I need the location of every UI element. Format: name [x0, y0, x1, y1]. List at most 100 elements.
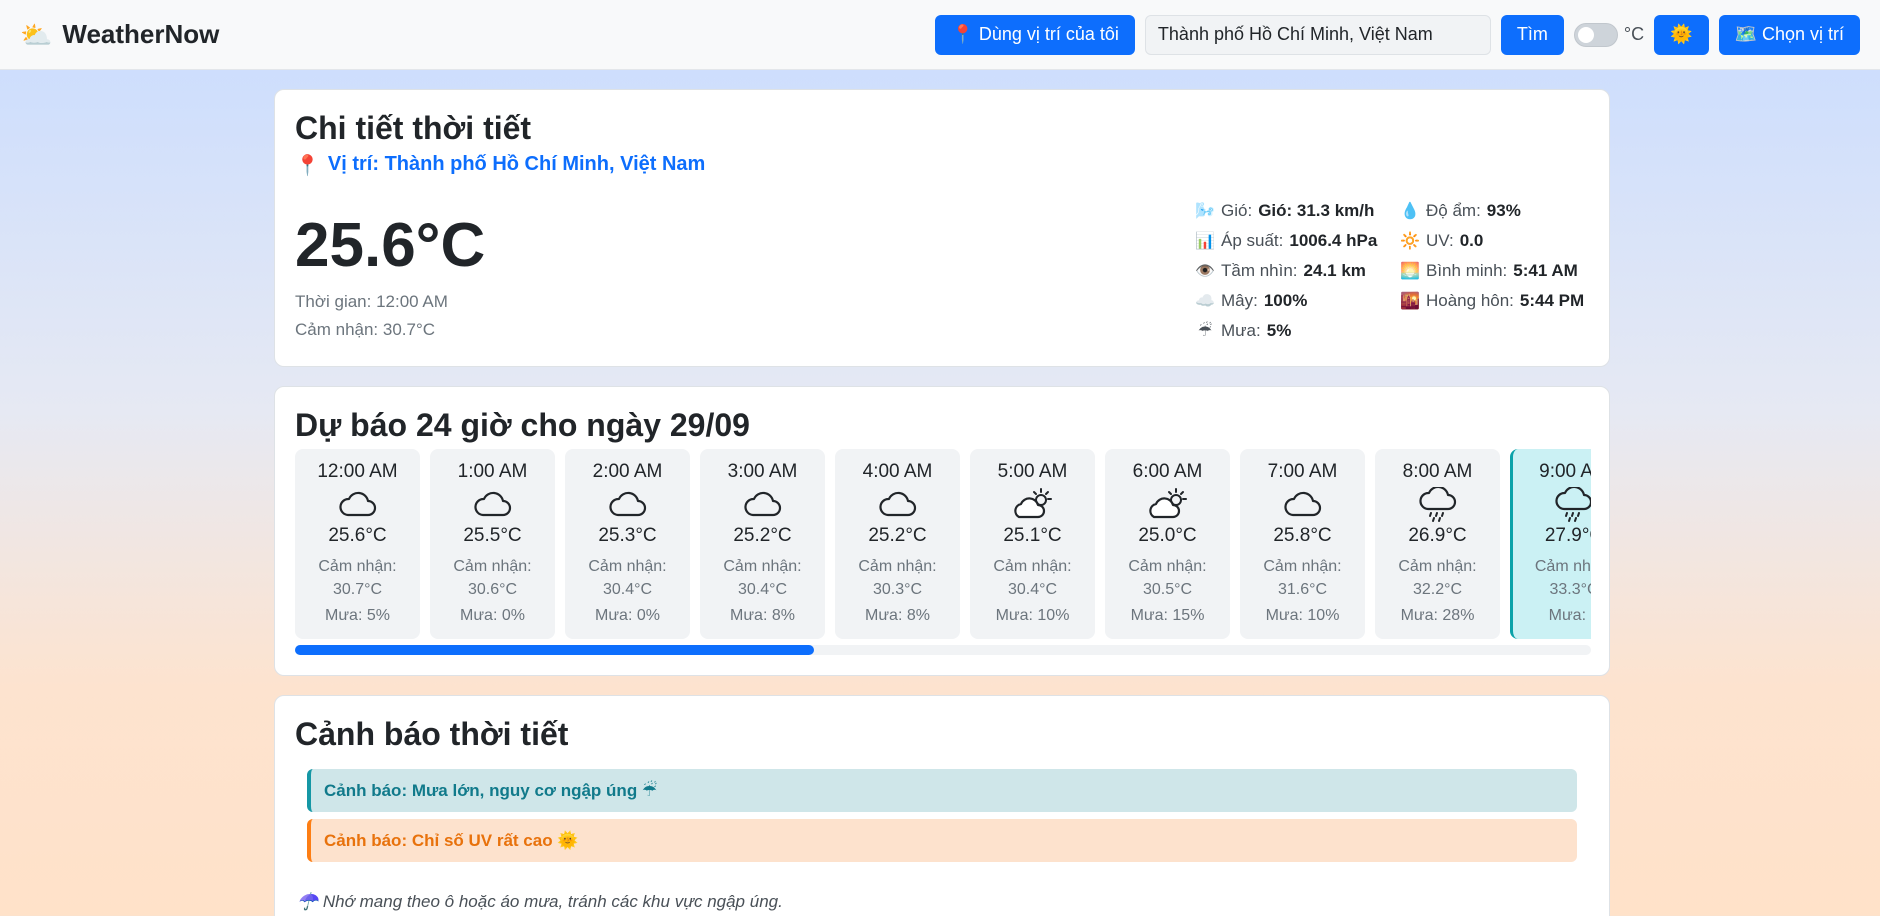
hour-tile[interactable]: 4:00 AM 25.2°C Cảm nhận: 30.3°C Mưa: 8%	[835, 449, 960, 639]
alert-heavy-rain: Cảnh báo: Mưa lớn, nguy cơ ngập úng ☔	[307, 769, 1577, 812]
hour-tile[interactable]: 1:00 AM 25.5°C Cảm nhận: 30.6°C Mưa: 0%	[430, 449, 555, 639]
hour-feels-like: Cảm nhận: 31.6°C	[1240, 555, 1365, 601]
hour-time: 4:00 AM	[862, 461, 933, 482]
hour-time: 1:00 AM	[457, 461, 528, 482]
weather-detail-card: Chi tiết thời tiết 📍 Vị trí: Thành phố H…	[274, 89, 1610, 367]
hour-tile[interactable]: 2:00 AM 25.3°C Cảm nhận: 30.4°C Mưa: 0%	[565, 449, 690, 639]
current-temperature: 25.6°C	[295, 211, 486, 280]
top-navbar: ⛅ WeatherNow 📍 Dùng vị trí của tôi Tìm °…	[0, 0, 1880, 70]
hour-tile[interactable]: 6:00 AM 25.0°C Cảm nhận: 30.5°C Mưa: 15%	[1105, 449, 1230, 639]
hour-temp: 27.9°C	[1544, 525, 1591, 546]
feels-like-value: 33.3°C	[1549, 581, 1591, 598]
hour-rain-chance: Mưa: 5%	[325, 607, 390, 624]
cloud-rain-icon	[1513, 487, 1591, 523]
cloud-icon	[835, 487, 960, 523]
hour-time: 12:00 AM	[317, 461, 398, 482]
alerts-title: Cảnh báo thời tiết	[295, 716, 569, 752]
feels-like-label: Cảm nhận:	[993, 558, 1072, 575]
sunrise-icon: 🌅	[1400, 263, 1420, 280]
hour-time: 7:00 AM	[1267, 461, 1338, 482]
sun-behind-cloud-icon: ⛅	[20, 19, 53, 50]
feels-like: Cảm nhận: 30.7°C	[295, 320, 436, 339]
stat-pressure: 📊 Áp suất: 1006.4 hPa	[1195, 230, 1400, 252]
use-my-location-button[interactable]: 📍 Dùng vị trí của tôi	[935, 14, 1135, 55]
brand[interactable]: ⛅ WeatherNow	[20, 19, 219, 50]
hour-time: 2:00 AM	[592, 461, 663, 482]
stat-label: Độ ẩm:	[1426, 201, 1481, 220]
eye-icon: 👁️	[1195, 263, 1215, 280]
hour-temp: 25.2°C	[733, 525, 792, 546]
hour-tile[interactable]: 12:00 AM 25.6°C Cảm nhận: 30.7°C Mưa: 5%	[295, 449, 420, 639]
hour-temp: 25.2°C	[868, 525, 927, 546]
feels-like-value: 30.7°C	[332, 581, 383, 598]
stat-value: 5:44 PM	[1519, 291, 1585, 310]
stat-humidity: 💧 Độ ẩm: 93%	[1400, 200, 1595, 222]
theme-toggle-button[interactable]: 🌞	[1654, 14, 1709, 55]
hour-temp: 25.5°C	[463, 525, 522, 546]
hourly-forecast-card: Dự báo 24 giờ cho ngày 29/09 12:00 AM 25.…	[274, 386, 1610, 676]
stat-cloud: ☁️ Mây: 100%	[1195, 290, 1400, 312]
stat-value: 100%	[1263, 291, 1308, 310]
hour-feels-like: Cảm nhận: 30.4°C	[700, 555, 825, 601]
stat-label: Áp suất:	[1221, 231, 1284, 250]
stat-rain: ☔ Mưa: 5%	[1195, 320, 1400, 342]
stat-value: 5:41 AM	[1513, 261, 1578, 280]
scrollbar-thumb[interactable]	[295, 645, 814, 655]
hour-tile[interactable]: 9:00 AM 27.9°C Cảm nhận: 33.3°C Mưa: 5	[1510, 449, 1591, 639]
unit-label: °C	[1623, 24, 1645, 44]
detail-meta: Thời gian: 12:00 AM Cảm nhận: 30.7°C	[295, 288, 448, 344]
location-line: 📍 Vị trí: Thành phố Hồ Chí Minh, Việt Na…	[295, 153, 1589, 178]
hour-tile[interactable]: 7:00 AM 25.8°C Cảm nhận: 31.6°C Mưa: 10%	[1240, 449, 1365, 639]
stat-label: Bình minh:	[1426, 261, 1508, 280]
hour-temp: 25.3°C	[598, 525, 657, 546]
stat-sunrise: 🌅 Bình minh: 5:41 AM	[1400, 260, 1595, 282]
hour-rain-chance: Mưa: 8%	[730, 607, 795, 624]
wind-icon: 🌬️	[1195, 203, 1215, 220]
hour-tile[interactable]: 8:00 AM 26.9°C Cảm nhận: 32.2°C Mưa: 28%	[1375, 449, 1500, 639]
brand-name: WeatherNow	[62, 19, 220, 49]
hour-time: 6:00 AM	[1132, 461, 1203, 482]
stat-uv: 🔆 UV: 0.0	[1400, 230, 1595, 252]
hour-feels-like: Cảm nhận: 30.6°C	[430, 555, 555, 601]
cloud-sun-icon	[970, 487, 1095, 523]
feels-like-value: 30.5°C	[1142, 581, 1193, 598]
hour-rain-chance: Mưa: 15%	[1130, 607, 1205, 624]
cloud-icon	[565, 487, 690, 523]
stat-value: 24.1 km	[1303, 261, 1366, 280]
feels-like-label: Cảm nhận:	[723, 558, 802, 575]
feels-like-value: 30.6°C	[467, 581, 518, 598]
hour-temp: 26.9°C	[1408, 525, 1467, 546]
bar-chart-icon: 📊	[1195, 233, 1215, 250]
stat-sunset: 🌇 Hoàng hôn: 5:44 PM	[1400, 290, 1595, 312]
hour-rain-chance: Mưa: 8%	[865, 607, 930, 624]
hour-rain-chance: Mưa: 0%	[460, 607, 525, 624]
detail-title: Chi tiết thời tiết	[295, 110, 532, 146]
horizontal-scrollbar[interactable]	[295, 645, 1591, 655]
hour-tile[interactable]: 5:00 AM 25.1°C Cảm nhận: 30.4°C Mưa: 10%	[970, 449, 1095, 639]
cloud-rain-icon	[1375, 487, 1500, 523]
hour-feels-like: Cảm nhận: 30.4°C	[565, 555, 690, 601]
search-button[interactable]: Tìm	[1500, 14, 1564, 55]
hour-rain-chance: Mưa: 10%	[995, 607, 1070, 624]
choose-location-button[interactable]: 🗺️ Chọn vị trí	[1718, 14, 1860, 55]
feels-like-label: Cảm nhận:	[1128, 558, 1207, 575]
unit-toggle[interactable]	[1573, 22, 1618, 47]
hour-feels-like: Cảm nhận: 30.4°C	[970, 555, 1095, 601]
stat-value: 1006.4 hPa	[1289, 231, 1378, 250]
feels-like-value: 30.4°C	[602, 581, 653, 598]
pin-icon: 📍	[295, 155, 320, 177]
stat-label: Gió:	[1221, 201, 1253, 220]
location-search-input[interactable]	[1144, 14, 1491, 55]
hour-rain-chance: Mưa: 0%	[595, 607, 660, 624]
droplet-icon: 💧	[1400, 203, 1420, 220]
hour-time: 8:00 AM	[1402, 461, 1473, 482]
feels-like-value: 30.4°C	[737, 581, 788, 598]
hour-feels-like: Cảm nhận: 32.2°C	[1375, 555, 1500, 601]
stat-value: 5%	[1266, 321, 1292, 340]
hour-time: 5:00 AM	[997, 461, 1068, 482]
hour-tile[interactable]: 3:00 AM 25.2°C Cảm nhận: 30.4°C Mưa: 8%	[700, 449, 825, 639]
cloud-icon: ☁️	[1195, 293, 1215, 310]
nav-actions: 📍 Dùng vị trí của tôi Tìm °C 🌞 🗺️ Chọn v…	[935, 14, 1860, 55]
hourly-scroll-area[interactable]: 12:00 AM 25.6°C Cảm nhận: 30.7°C Mưa: 5% 1:00…	[295, 449, 1591, 639]
hour-feels-like: Cảm nhận: 30.3°C	[835, 555, 960, 601]
